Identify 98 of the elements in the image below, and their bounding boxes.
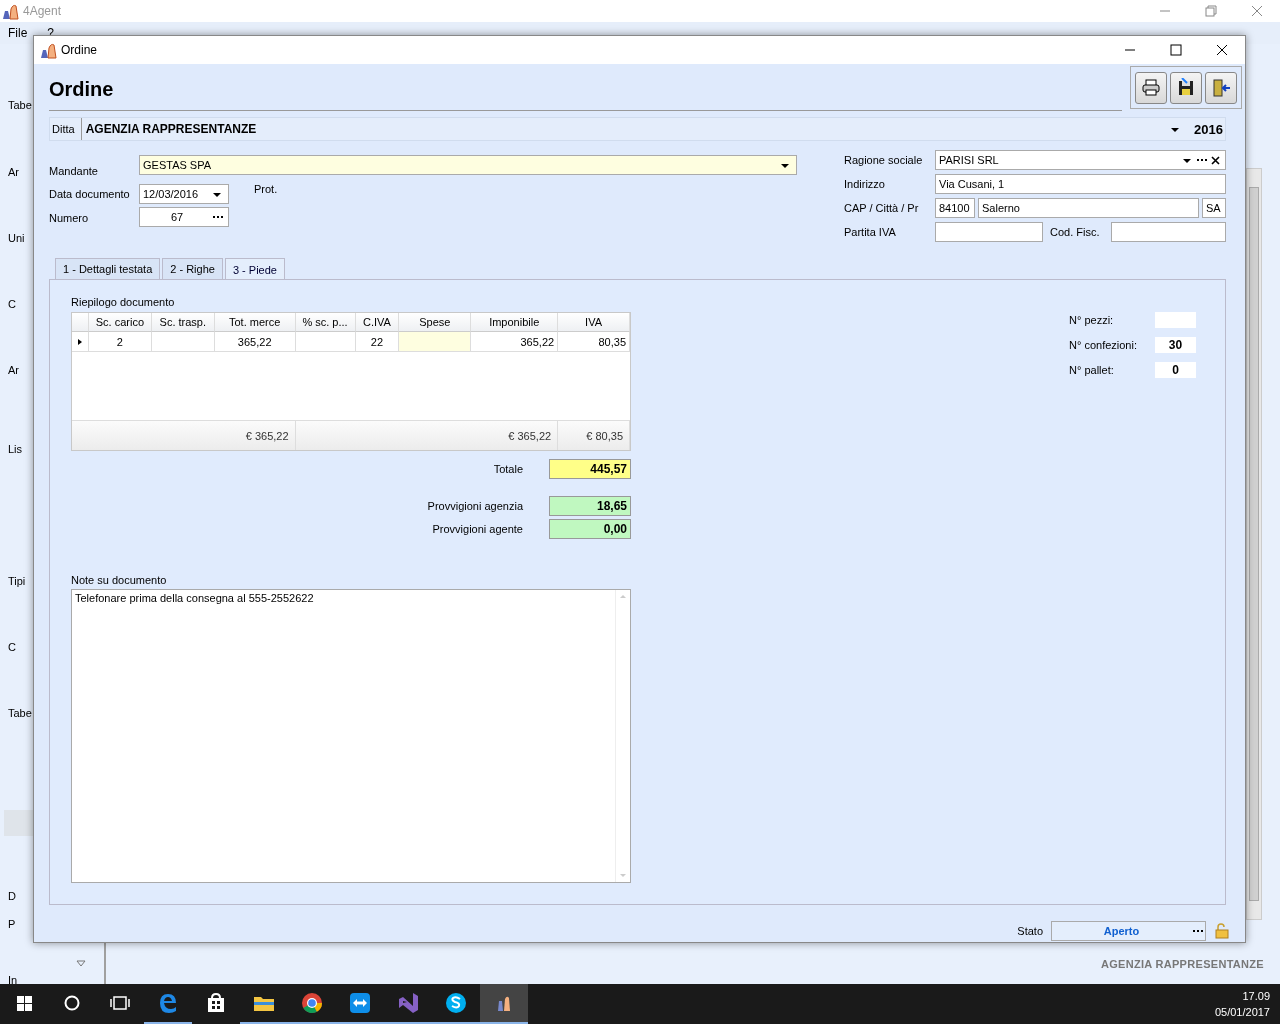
customer-dropdown[interactable]: PARISI SRL: [935, 150, 1226, 170]
field-label: Indirizzo: [844, 177, 886, 192]
column-header[interactable]: Sc. trasp.: [151, 313, 215, 332]
dialog-title: Ordine: [61, 43, 98, 57]
scroll-up-icon: [619, 593, 627, 599]
sidebar-item[interactable]: C: [8, 641, 16, 653]
table-footer-cell: € 80,35: [558, 420, 630, 450]
sidebar-item[interactable]: In: [8, 974, 18, 986]
sidebar-item[interactable]: Ar: [8, 364, 19, 376]
column-header[interactable]: Imponibile: [471, 313, 559, 332]
exit-button[interactable]: [1205, 72, 1237, 104]
field-label: CAP / Città / Pr: [844, 201, 920, 216]
caret-down-icon[interactable]: [76, 960, 86, 968]
app-title: 4Agent: [23, 4, 62, 18]
save-button[interactable]: [1170, 72, 1202, 104]
tab[interactable]: 3 - Piede: [224, 258, 285, 280]
count-field[interactable]: [1155, 312, 1196, 328]
vat-field[interactable]: [935, 222, 1043, 242]
section-label: Riepilogo documento: [71, 296, 176, 308]
tax-code-field[interactable]: [1110, 222, 1226, 242]
app-logo-icon: [40, 41, 57, 59]
field-label: Ragione sociale: [844, 153, 924, 168]
count-label: N° pezzi:: [1069, 313, 1115, 328]
menu-item[interactable]: File: [8, 26, 28, 40]
sidebar-item[interactable]: Lis: [8, 443, 23, 455]
app-logo-icon: [2, 2, 19, 20]
column-header[interactable]: IVA: [558, 313, 630, 332]
field-label: Mandante: [49, 164, 99, 179]
field-label: Prot.: [254, 183, 278, 195]
field-label: Cod. Fisc.: [1050, 226, 1100, 238]
status-field[interactable]: Aperto: [1051, 921, 1206, 941]
row-pointer-icon: [76, 336, 84, 347]
print-button[interactable]: [1135, 72, 1167, 104]
ribbon-icon: [396, 991, 420, 1015]
ditta-label: Ditta: [50, 118, 82, 140]
scrollbar[interactable]: [1246, 168, 1262, 920]
tab[interactable]: 2 - Righe: [162, 258, 223, 279]
column-header[interactable]: Sc. carico: [88, 313, 152, 332]
total-label: Provvigioni agenzia: [426, 499, 523, 514]
total-value: 445,57: [549, 459, 631, 479]
count-field[interactable]: 0: [1155, 362, 1196, 378]
task-view-icon: [110, 994, 130, 1012]
total-label: Provvigioni agente: [431, 522, 523, 537]
clock-date: 05/01/2017: [1214, 1005, 1270, 1020]
scroll-down-icon: [619, 873, 627, 879]
table-footer-cell: € 365,22: [295, 420, 559, 450]
company-name: AGENZIA RAPPRESENTANZE: [1100, 958, 1264, 970]
sidebar-item[interactable]: Uni: [8, 232, 25, 244]
count-field[interactable]: 30: [1155, 337, 1196, 353]
mandante-dropdown[interactable]: GESTAS SPA: [139, 155, 797, 175]
table-cell: [295, 332, 356, 352]
city-field[interactable]: Salerno: [978, 198, 1199, 218]
sidebar-item[interactable]: P: [8, 918, 16, 930]
s-bubble-icon: [444, 991, 468, 1015]
printer-icon: [1141, 78, 1161, 98]
number-field[interactable]: 67: [139, 207, 229, 227]
table-cell: 365,22: [471, 332, 559, 352]
postcode-field[interactable]: 84100: [935, 198, 975, 218]
windows-logo-icon: [15, 994, 33, 1012]
total-value: 0,00: [549, 519, 631, 539]
company-dropdown[interactable]: AGENZIA RAPPRESENTANZE: [81, 122, 1167, 136]
search-icon: [63, 994, 81, 1012]
sidebar-item[interactable]: Tabe: [8, 707, 32, 719]
section-label: Note su documento: [71, 574, 168, 586]
table-cell: 2: [89, 332, 152, 352]
sidebar-item[interactable]: C: [8, 298, 16, 310]
notes-textarea[interactable]: Telefonare prima della consegna al 555-2552622: [71, 589, 631, 883]
date-field[interactable]: 12/03/2016: [139, 184, 229, 204]
field-label: Partita IVA: [844, 225, 897, 240]
status-label: Stato: [1017, 925, 1043, 937]
year-label: 2016: [1193, 121, 1224, 137]
table-cell: 365,22: [214, 332, 296, 352]
column-header[interactable]: Tot. merce: [214, 313, 296, 332]
padlock-icon: [1214, 923, 1230, 939]
clock-time: 17.09: [1241, 989, 1270, 1004]
door-arrow-icon: [1211, 78, 1231, 98]
sidebar-item[interactable]: Ar: [8, 166, 19, 178]
sidebar-item[interactable]: Tabe: [8, 99, 32, 111]
table-cell: 80,35: [558, 332, 630, 352]
column-header[interactable]: Spese: [399, 313, 472, 332]
count-label: N° pallet:: [1069, 363, 1115, 378]
total-value: 18,65: [549, 496, 631, 516]
total-label: Totale: [492, 462, 523, 477]
province-field[interactable]: SA: [1202, 198, 1226, 218]
field-label: Data documento: [49, 187, 131, 202]
tab[interactable]: 1 - Dettagli testata: [55, 258, 161, 279]
table-footer-cell: € 365,22: [72, 420, 296, 450]
table-cell: [151, 332, 215, 352]
chrome-circle-icon: [300, 991, 324, 1015]
sidebar-item[interactable]: D: [8, 890, 16, 902]
count-label: N° confezioni:: [1069, 338, 1138, 353]
address-field[interactable]: Via Cusani, 1: [935, 174, 1226, 194]
sidebar-item[interactable]: Tipi: [8, 575, 26, 587]
clear-icon: [1209, 153, 1222, 167]
form-heading: Ordine: [49, 78, 1122, 111]
column-header[interactable]: % sc. p...: [295, 313, 356, 332]
field-label: Numero: [49, 211, 90, 226]
column-header[interactable]: C.IVA: [355, 313, 400, 332]
